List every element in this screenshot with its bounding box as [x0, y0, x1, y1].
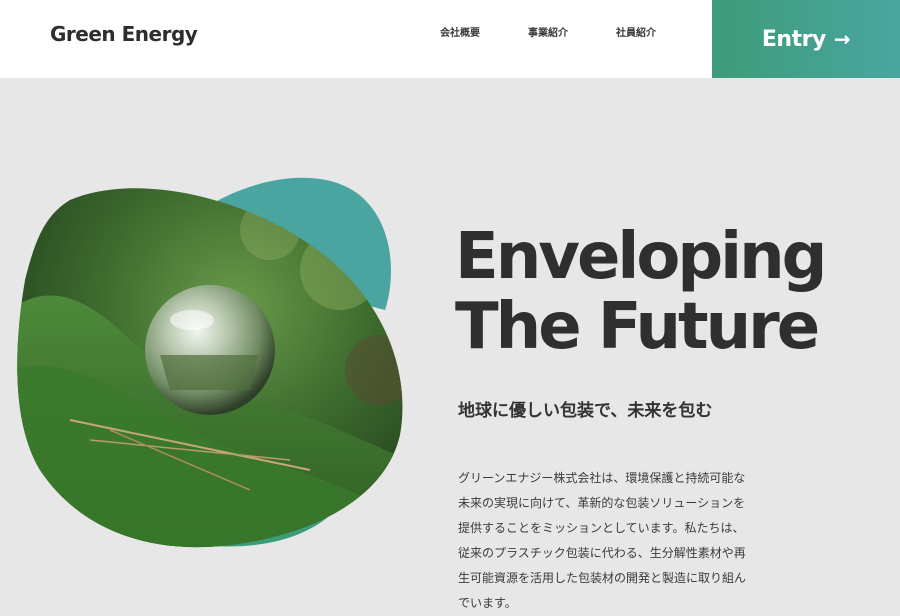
nav-item-staff[interactable]: 社員紹介	[616, 26, 656, 42]
entry-label: Entry	[761, 26, 826, 52]
arrow-right-icon: →	[833, 27, 851, 51]
hero-headline: Enveloping The Future	[455, 220, 827, 364]
headline-line-1: Enveloping	[455, 220, 827, 294]
site-logo[interactable]: Green Energy	[50, 20, 198, 48]
nav-item-business[interactable]: 事業紹介	[528, 26, 568, 42]
hero-illustration	[17, 177, 403, 548]
site-header: Green Energy 会社概要 事業紹介 社員紹介 Entry →	[0, 0, 900, 78]
hero-subheadline: 地球に優しい包装で、未来を包む	[458, 401, 713, 421]
entry-button[interactable]: Entry →	[712, 0, 900, 78]
nav-item-company-overview[interactable]: 会社概要	[440, 26, 480, 42]
hero-image	[10, 170, 420, 560]
headline-line-2: The Future	[455, 290, 820, 364]
glass-sphere	[145, 285, 275, 415]
hero-description: グリーンエナジー株式会社は、環境保護と持続可能な未来の実現に向けて、革新的な包装…	[458, 471, 747, 610]
main-nav: 会社概要 事業紹介 社員紹介	[440, 26, 704, 42]
